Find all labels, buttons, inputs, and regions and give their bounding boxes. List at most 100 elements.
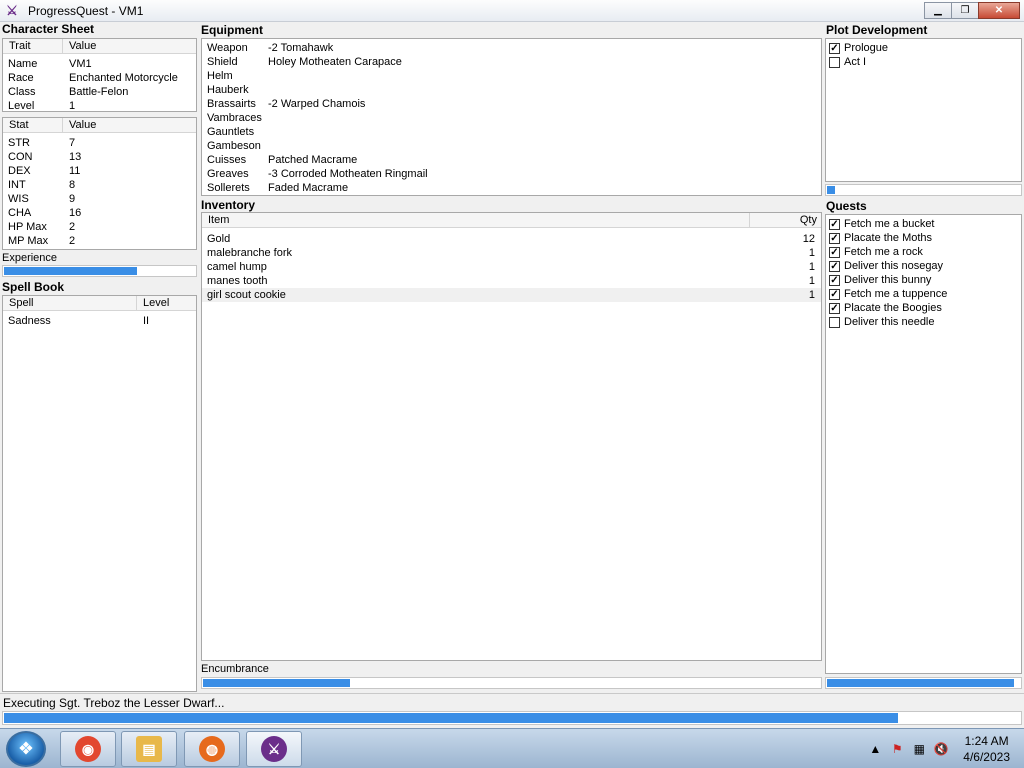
close-button[interactable]: ✕ — [978, 2, 1020, 19]
trait-column-header[interactable]: Trait — [3, 39, 63, 53]
start-button[interactable]: ❖ — [6, 731, 46, 767]
taskbar-firefox[interactable]: ◍ — [184, 731, 240, 767]
quest-item[interactable]: ✓ Deliver this nosegay — [826, 259, 1021, 273]
equipment-row[interactable]: Vambraces — [202, 111, 821, 125]
progressquest-icon: ⚔ — [6, 2, 18, 18]
quest-item[interactable]: ✓ Placate the Moths — [826, 231, 1021, 245]
inventory-row[interactable]: girl scout cookie 1 — [202, 288, 821, 302]
equipment-row[interactable]: Weapon -2 Tomahawk — [202, 41, 821, 55]
plot-bar-fill — [827, 186, 835, 194]
stat-column-header[interactable]: Stat — [3, 118, 63, 132]
stat-row[interactable]: MP Max 2 — [3, 234, 196, 248]
stat-row[interactable]: STR 7 — [3, 136, 196, 150]
stat-list[interactable]: Stat Value STR 7 CON 13 DEX 11 INT 8 WIS 9 CHA 16 HP… — [2, 117, 197, 250]
quest-label: Fetch me a bucket — [844, 218, 935, 230]
stat-row[interactable]: CHA 16 — [3, 206, 196, 220]
equipment-row[interactable]: Hauberk — [202, 83, 821, 97]
stat-row[interactable]: WIS 9 — [3, 192, 196, 206]
maximize-button[interactable]: ❐ — [951, 2, 979, 19]
equipment-row[interactable]: Gambeson — [202, 139, 821, 153]
equipment-name: Greaves — [207, 168, 249, 180]
inventory-row[interactable]: manes tooth 1 — [202, 274, 821, 288]
minimize-button[interactable]: ▁ — [924, 2, 952, 19]
checkbox[interactable]: ✓ — [829, 232, 840, 244]
qty-column-header[interactable]: Qty — [750, 213, 821, 227]
equipment-row[interactable]: Shield Holey Motheaten Carapace — [202, 55, 821, 69]
inventory-row[interactable]: camel hump 1 — [202, 260, 821, 274]
spell-book-title: Spell Book — [2, 280, 65, 294]
quest-item[interactable]: ✓ Fetch me a tuppence — [826, 287, 1021, 301]
trait-row[interactable]: Class Battle-Felon — [3, 85, 196, 99]
quest-item[interactable]: Deliver this needle — [826, 315, 1021, 329]
taskbar-explorer[interactable]: ▤ — [121, 731, 177, 767]
equipment-list[interactable]: Weapon -2 Tomahawk Shield Holey Motheaten C… — [201, 38, 822, 196]
folder-icon: ▤ — [136, 736, 162, 762]
task-progress-bar-fill — [4, 713, 898, 723]
trait-row[interactable]: Race Enchanted Motorcycle — [3, 71, 196, 85]
inventory-value: 12 — [802, 233, 815, 245]
stat-value-column-header[interactable]: Value — [63, 118, 196, 132]
equipment-row[interactable]: Brassairts -2 Warped Chamois — [202, 97, 821, 111]
action-center-flag-icon[interactable]: ⚑ — [889, 741, 905, 757]
spell-column-header[interactable]: Spell — [3, 296, 137, 310]
checkbox[interactable]: ✓ — [829, 274, 840, 286]
inventory-row[interactable]: Gold 12 — [202, 232, 821, 246]
quest-label: Deliver this needle — [844, 316, 935, 328]
equipment-value: Patched Macrame — [268, 154, 358, 166]
taskbar-progressquest[interactable]: ⚔ — [246, 731, 302, 767]
plot-list[interactable]: ✓ Prologue Act I — [825, 38, 1022, 182]
stat-row[interactable]: DEX 11 — [3, 164, 196, 178]
inventory-title: Inventory — [201, 198, 256, 212]
quest-item[interactable]: ✓ Placate the Boogies — [826, 301, 1021, 315]
checkbox[interactable]: ✓ — [829, 302, 840, 314]
quest-item[interactable]: ✓ Fetch me a bucket — [826, 217, 1021, 231]
clock[interactable]: 1:24 AM 4/6/2023 — [963, 733, 1010, 765]
quest-list[interactable]: ✓ Fetch me a bucket ✓ Placate the Moths ✓ Fet… — [825, 214, 1022, 674]
plot-item[interactable]: Act I — [826, 55, 1021, 69]
level-column-header[interactable]: Level — [137, 296, 196, 310]
value-column-header[interactable]: Value — [63, 39, 196, 53]
inventory-value: 1 — [808, 289, 815, 301]
equipment-row[interactable]: Greaves -3 Corroded Motheaten Ringmail — [202, 167, 821, 181]
checkbox[interactable]: ✓ — [829, 42, 840, 54]
checkbox[interactable] — [829, 316, 840, 328]
experience-label: Experience — [2, 252, 58, 264]
network-icon[interactable]: ▦ — [911, 741, 927, 757]
equipment-value — [264, 83, 821, 97]
show-hidden-icons-icon[interactable]: ▲ — [867, 741, 883, 757]
trait-row[interactable]: Name VM1 — [3, 57, 196, 71]
trait-row[interactable]: Level 1 — [3, 99, 196, 111]
stat-name: DEX — [8, 165, 31, 177]
checkbox[interactable]: ✓ — [829, 288, 840, 300]
trait-list[interactable]: Trait Value Name VM1 Race Enchanted Motorcy… — [2, 38, 197, 112]
equipment-row[interactable]: Cuisses Patched Macrame — [202, 153, 821, 167]
inventory-value: 1 — [808, 275, 815, 287]
inventory-row[interactable]: malebranche fork 1 — [202, 246, 821, 260]
quest-item[interactable]: ✓ Fetch me a rock — [826, 245, 1021, 259]
checkbox[interactable] — [829, 56, 840, 68]
item-column-header[interactable]: Item — [202, 213, 750, 227]
system-tray: ▲ ⚑ ▦ 🔇 1:24 AM 4/6/2023 — [861, 729, 1010, 768]
stat-row[interactable]: HP Max 2 — [3, 220, 196, 234]
equipment-row[interactable]: Gauntlets — [202, 125, 821, 139]
checkbox[interactable]: ✓ — [829, 218, 840, 230]
plot-item[interactable]: ✓ Prologue — [826, 41, 1021, 55]
equipment-value — [264, 69, 821, 83]
checkbox[interactable]: ✓ — [829, 246, 840, 258]
spell-list[interactable]: Spell Level Sadness II — [2, 295, 197, 692]
stat-name: CHA — [8, 207, 32, 219]
inventory-name: girl scout cookie — [207, 289, 286, 301]
status-divider — [0, 693, 1024, 694]
stat-name: HP Max — [8, 221, 47, 233]
equipment-row[interactable]: Helm — [202, 69, 821, 83]
inventory-list[interactable]: Item Qty Gold 12 malebranche fork 1 camel hu… — [201, 212, 822, 661]
stat-row[interactable]: CON 13 — [3, 150, 196, 164]
volume-muted-icon[interactable]: 🔇 — [933, 741, 949, 757]
stat-row[interactable]: INT 8 — [3, 178, 196, 192]
equipment-row[interactable]: Sollerets Faded Macrame — [202, 181, 821, 195]
stat-name: STR — [8, 137, 30, 149]
quest-item[interactable]: ✓ Deliver this bunny — [826, 273, 1021, 287]
taskbar-chrome[interactable]: ◉ — [60, 731, 116, 767]
checkbox[interactable]: ✓ — [829, 260, 840, 272]
spell-row[interactable]: Sadness II — [3, 314, 196, 328]
